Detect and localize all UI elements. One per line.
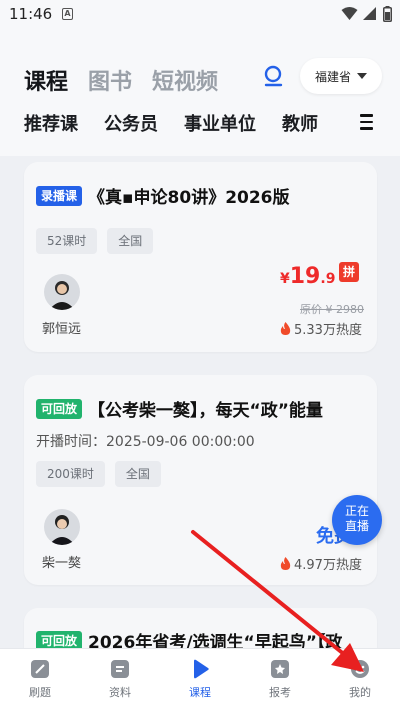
fire-icon	[280, 557, 291, 570]
status-bar: 11:46 A	[0, 0, 400, 28]
course-card[interactable]: 录播课 《真▪申论80讲》2026版 52课时 全国 郭恒远 ¥19.9 拼 原价…	[24, 162, 377, 352]
caret-down-icon	[357, 73, 367, 79]
course-card[interactable]: 可回放 【公考柴一獒】，每天“政”能量 开播时间：2025-09-06 00:00…	[24, 375, 377, 585]
nav-practice[interactable]: 刷题	[0, 649, 80, 711]
replay-badge: 可回放	[36, 398, 83, 419]
tab-short-video[interactable]: 短视频	[152, 64, 218, 96]
search-icon[interactable]	[262, 64, 286, 88]
category-recommended[interactable]: 推荐课	[24, 110, 78, 136]
fire-icon	[280, 322, 291, 335]
province-selector[interactable]: 福建省	[300, 58, 382, 94]
recorded-badge: 录播课	[36, 185, 83, 206]
tag-lessons: 200课时	[36, 461, 105, 487]
category-teacher[interactable]: 教师	[282, 110, 318, 136]
avatar	[44, 509, 80, 545]
notification-a-icon: A	[62, 8, 73, 20]
category-civil-servant[interactable]: 公务员	[104, 110, 158, 136]
heat-count: 4.97万热度	[280, 554, 362, 573]
live-now-button[interactable]: 正在 直播	[332, 495, 382, 545]
document-icon	[111, 660, 129, 678]
category-public-institution[interactable]: 事业单位	[184, 110, 256, 136]
course-tags: 200课时 全国	[36, 461, 161, 487]
original-price: 原价 ¥ 2980	[300, 303, 364, 316]
pencil-square-icon	[31, 660, 49, 678]
category-menu-icon[interactable]	[354, 110, 380, 134]
top-tabs: 课程 图书 短视频	[24, 64, 218, 96]
smiley-icon	[351, 660, 369, 678]
star-bookmark-icon	[271, 660, 289, 678]
course-title: 录播课 《真▪申论80讲》2026版	[36, 183, 290, 208]
start-time: 开播时间：2025-09-06 00:00:00	[36, 434, 255, 450]
price: ¥19.9	[280, 264, 336, 289]
category-row: 推荐课 公务员 事业单位 教师	[24, 110, 318, 136]
tag-lessons: 52课时	[36, 228, 98, 254]
course-title: 可回放 【公考柴一獒】，每天“政”能量	[36, 396, 323, 421]
tag-region: 全国	[107, 228, 154, 254]
header: 课程 图书 短视频 福建省 推荐课 公务员 事业单位 教师	[0, 28, 400, 156]
status-time: 11:46	[9, 5, 53, 23]
signal-icon	[363, 7, 376, 20]
avatar	[44, 274, 80, 310]
tab-books[interactable]: 图书	[88, 64, 132, 96]
group-buy-badge: 拼	[339, 262, 359, 282]
nav-profile[interactable]: 我的	[320, 649, 400, 711]
nav-materials[interactable]: 资料	[80, 649, 160, 711]
province-label: 福建省	[314, 69, 351, 84]
nav-exam-registration[interactable]: 报考	[240, 649, 320, 711]
heat-count: 5.33万热度	[280, 319, 362, 338]
teacher-name: 郭恒远	[42, 322, 82, 337]
bottom-nav: 刷题 资料 课程 报考 我的	[0, 648, 400, 711]
battery-icon	[383, 6, 392, 22]
teacher-name: 柴一獒	[42, 556, 82, 571]
play-icon	[194, 659, 209, 679]
tab-courses[interactable]: 课程	[24, 64, 69, 96]
wifi-icon	[341, 7, 358, 20]
course-tags: 52课时 全国	[36, 228, 154, 254]
nav-courses[interactable]: 课程	[160, 649, 240, 711]
tag-region: 全国	[114, 461, 161, 487]
